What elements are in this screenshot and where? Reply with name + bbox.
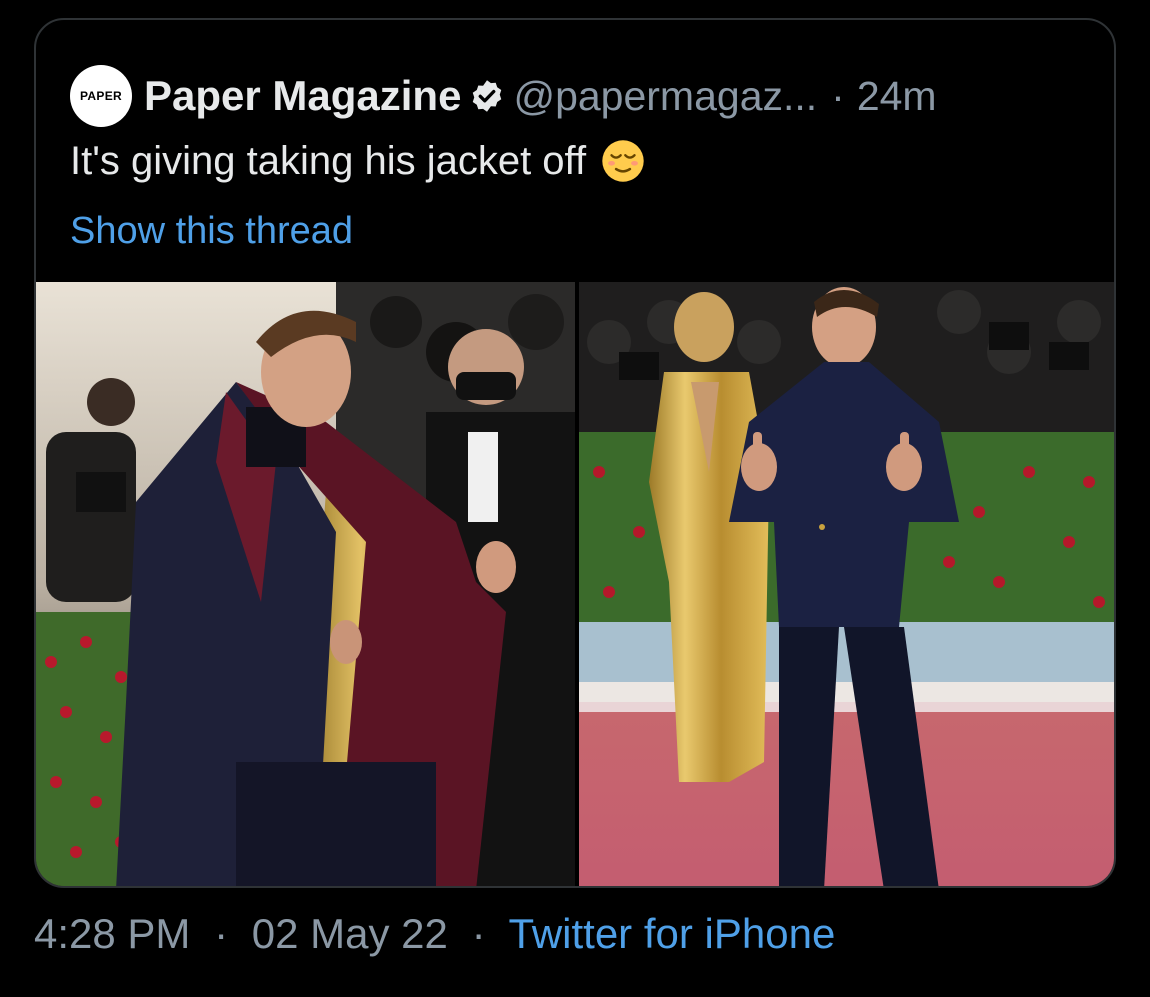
tweet-card[interactable]: PAPER Paper Magazine @papermagaz... · 24… <box>34 18 1116 888</box>
tweet-text-row: It's giving taking his jacket off <box>70 138 646 184</box>
tweet-age[interactable]: 24m <box>857 73 937 120</box>
photo-left[interactable] <box>36 282 575 886</box>
separator-dot: · <box>831 72 845 119</box>
timestamp[interactable]: 4:28 PM <box>34 910 190 957</box>
date[interactable]: 02 May 22 <box>252 910 448 957</box>
photo-right[interactable] <box>579 282 1114 886</box>
tweet-text: It's giving taking his jacket off <box>70 138 587 183</box>
verified-badge-icon <box>469 78 505 114</box>
tweet-footer: 4:28 PM · 02 May 22 · Twitter for iPhone <box>34 910 835 958</box>
tweet-header: PAPER Paper Magazine @papermagaz... · 24… <box>70 65 937 127</box>
author-name[interactable]: Paper Magazine <box>144 72 461 120</box>
footer-separator: · <box>214 910 229 957</box>
avatar[interactable]: PAPER <box>70 65 132 127</box>
author-handle[interactable]: @papermagaz... <box>513 73 817 120</box>
relieved-face-emoji-icon <box>602 140 644 182</box>
tweet-media[interactable] <box>36 282 1114 886</box>
show-thread-link[interactable]: Show this thread <box>70 210 353 253</box>
source-link[interactable]: Twitter for iPhone <box>508 910 835 957</box>
footer-separator: · <box>471 910 486 957</box>
